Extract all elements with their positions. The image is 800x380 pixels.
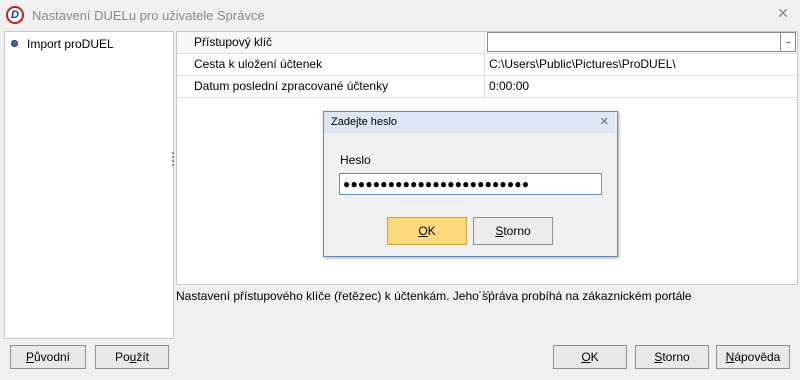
property-name: Datum poslední zpracované účtenky [177,76,485,97]
bullet-icon [11,40,18,47]
dialog-close-icon[interactable]: ✕ [600,115,609,128]
window-close-icon[interactable]: ✕ [776,6,790,20]
property-row-access-key[interactable]: Přístupový klíč ... [177,32,797,54]
dialog-cancel-button[interactable]: Storno [473,217,553,245]
window-title: Nastavení DUELu pro uživatele Správce [32,8,265,23]
access-key-ellipsis-button[interactable]: ... [780,32,796,52]
access-key-value-field[interactable] [487,32,781,52]
settings-tree: Import proDUEL [4,31,174,339]
property-name: Přístupový klíč [177,32,485,53]
cancel-button[interactable]: Storno [635,345,709,369]
apply-button[interactable]: Použít [95,345,169,369]
property-row-last-receipt-date[interactable]: Datum poslední zpracované účtenky 0:00:0… [177,76,797,98]
help-button[interactable]: Nápověda [716,345,790,369]
original-button[interactable]: Původní [10,345,86,369]
property-value[interactable]: 0:00:00 [486,76,797,97]
tree-item-label: Import proDUEL [27,37,114,51]
dialog-title: Zadejte heslo [331,116,398,128]
title-bar: D Nastavení DUELu pro uživatele Správce … [0,0,800,30]
horizontal-splitter-handle[interactable] [478,283,494,293]
password-input[interactable]: ●●●●●●●●●●●●●●●●●●●●●●●●● [339,173,602,195]
dialog-ok-button[interactable]: OK [387,217,467,245]
password-dialog: Zadejte heslo ✕ Heslo ●●●●●●●●●●●●●●●●●●… [323,111,618,257]
vertical-splitter-handle[interactable] [172,150,175,170]
dialog-title-bar: Zadejte heslo ✕ [324,112,615,133]
password-label: Heslo [340,153,371,167]
property-name: Cesta k uložení účtenek [177,54,485,75]
ok-button[interactable]: OK [553,345,627,369]
app-logo-icon: D [6,6,24,24]
property-value[interactable]: C:\Users\Public\Pictures\ProDUEL\ [486,54,797,75]
property-row-receipt-path[interactable]: Cesta k uložení účtenek C:\Users\Public\… [177,54,797,76]
property-description: Nastavení přístupového klíče (řetězec) k… [176,289,692,303]
